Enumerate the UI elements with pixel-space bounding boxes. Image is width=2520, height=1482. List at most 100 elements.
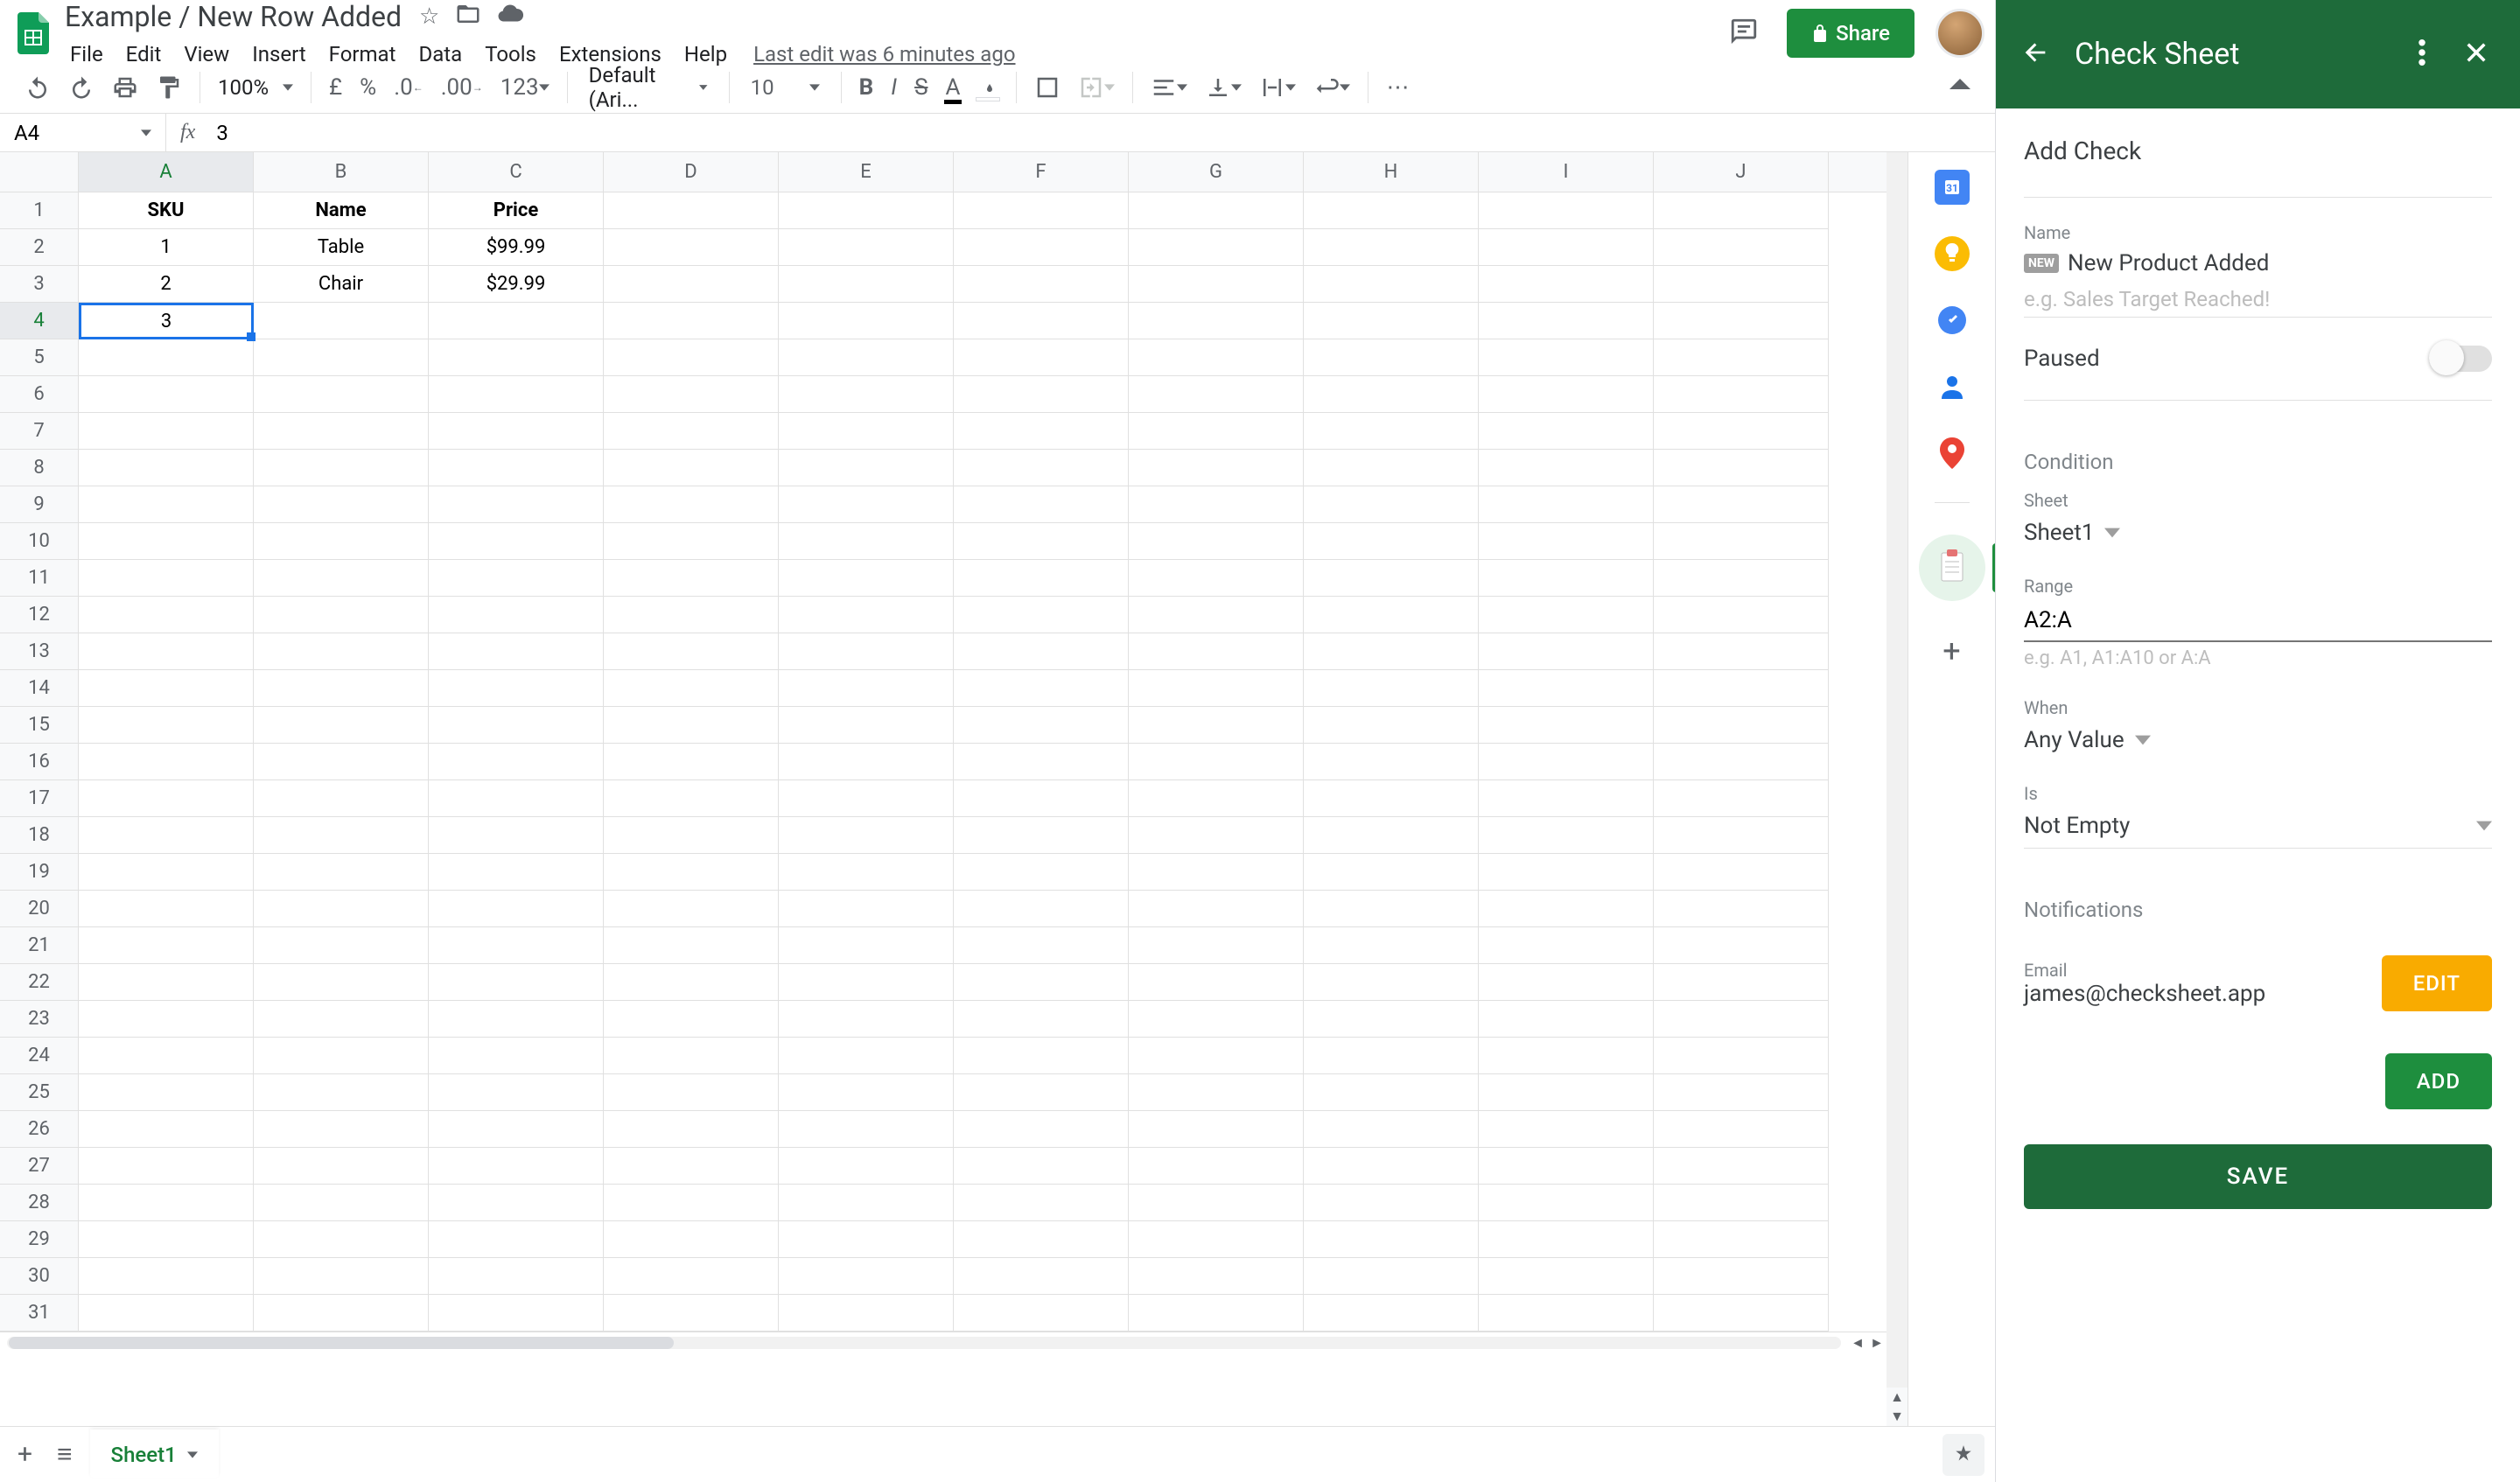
cell[interactable] xyxy=(604,1148,779,1185)
cell[interactable] xyxy=(254,854,429,891)
cell[interactable] xyxy=(604,1295,779,1332)
cell[interactable] xyxy=(1654,927,1829,964)
cell[interactable] xyxy=(79,964,254,1001)
strikethrough-icon[interactable]: S xyxy=(907,69,934,106)
cell[interactable] xyxy=(79,486,254,523)
column-header[interactable]: G xyxy=(1129,152,1304,192)
cell[interactable] xyxy=(954,376,1129,413)
select-all-corner[interactable] xyxy=(0,152,79,192)
name-box[interactable]: A4 xyxy=(0,114,166,151)
cell[interactable] xyxy=(1654,597,1829,633)
cell[interactable] xyxy=(779,1038,954,1074)
cell[interactable] xyxy=(779,1185,954,1221)
cell[interactable] xyxy=(779,266,954,303)
cell[interactable] xyxy=(429,670,604,707)
cell[interactable] xyxy=(1654,1074,1829,1111)
cell[interactable] xyxy=(1479,376,1654,413)
cell[interactable] xyxy=(779,707,954,744)
cell[interactable] xyxy=(954,670,1129,707)
cell[interactable] xyxy=(1304,1111,1479,1148)
cell[interactable] xyxy=(954,1001,1129,1038)
cell[interactable] xyxy=(254,1185,429,1221)
checksheet-addon-icon[interactable] xyxy=(1919,535,1985,601)
cell[interactable] xyxy=(604,339,779,376)
cell[interactable] xyxy=(954,1074,1129,1111)
cell[interactable] xyxy=(254,817,429,854)
cell[interactable] xyxy=(1479,707,1654,744)
increase-decimal-icon[interactable]: .00→ xyxy=(434,69,490,106)
cell[interactable] xyxy=(1304,303,1479,339)
cell[interactable]: Name xyxy=(254,192,429,229)
v-scrollbar[interactable]: ▲ ▼ xyxy=(1886,152,1908,1426)
cell[interactable] xyxy=(954,1295,1129,1332)
cell[interactable] xyxy=(1479,1258,1654,1295)
row-header[interactable]: 4 xyxy=(0,303,79,339)
cell[interactable] xyxy=(1479,1001,1654,1038)
cell[interactable] xyxy=(954,266,1129,303)
cell[interactable] xyxy=(1129,1295,1304,1332)
column-header[interactable]: E xyxy=(779,152,954,192)
cell[interactable] xyxy=(1654,266,1829,303)
cell[interactable] xyxy=(1129,1074,1304,1111)
cell[interactable] xyxy=(1304,560,1479,597)
cell[interactable] xyxy=(604,1185,779,1221)
cell[interactable] xyxy=(254,633,429,670)
row-header[interactable]: 8 xyxy=(0,450,79,486)
cell[interactable] xyxy=(429,486,604,523)
h-scroll-thumb[interactable] xyxy=(9,1337,674,1349)
cell[interactable] xyxy=(1129,523,1304,560)
cell[interactable] xyxy=(779,780,954,817)
cell[interactable] xyxy=(604,927,779,964)
column-header[interactable]: F xyxy=(954,152,1129,192)
cell[interactable] xyxy=(79,523,254,560)
column-header[interactable]: H xyxy=(1304,152,1479,192)
cell[interactable] xyxy=(79,854,254,891)
cell[interactable] xyxy=(429,597,604,633)
cell[interactable] xyxy=(779,1148,954,1185)
cell[interactable] xyxy=(779,1258,954,1295)
cell[interactable] xyxy=(1304,1148,1479,1185)
cell[interactable] xyxy=(604,486,779,523)
cell[interactable] xyxy=(604,523,779,560)
cell[interactable] xyxy=(1479,817,1654,854)
cell[interactable] xyxy=(604,1221,779,1258)
cell[interactable] xyxy=(1654,891,1829,927)
cell[interactable] xyxy=(79,1038,254,1074)
cell[interactable] xyxy=(1654,303,1829,339)
cell[interactable] xyxy=(429,1221,604,1258)
cell[interactable] xyxy=(1129,229,1304,266)
italic-icon[interactable]: I xyxy=(884,69,904,106)
sheet-tab-active[interactable]: Sheet1 xyxy=(90,1430,219,1478)
name-input[interactable] xyxy=(2024,282,2492,318)
cell[interactable] xyxy=(429,1111,604,1148)
text-color-icon[interactable]: A xyxy=(939,69,968,106)
maps-icon[interactable] xyxy=(1935,436,1970,471)
row-header[interactable]: 22 xyxy=(0,964,79,1001)
cell[interactable] xyxy=(779,597,954,633)
cell[interactable] xyxy=(779,376,954,413)
back-arrow-icon[interactable] xyxy=(2020,38,2050,71)
cell[interactable] xyxy=(604,817,779,854)
cell[interactable] xyxy=(254,339,429,376)
cell[interactable] xyxy=(954,633,1129,670)
paint-format-icon[interactable] xyxy=(149,69,189,106)
cell[interactable] xyxy=(954,229,1129,266)
cell[interactable] xyxy=(604,266,779,303)
cell[interactable] xyxy=(1129,744,1304,780)
cell[interactable]: 2 xyxy=(79,266,254,303)
get-addons-icon[interactable]: + xyxy=(1942,633,1960,669)
cell[interactable] xyxy=(254,707,429,744)
cell[interactable] xyxy=(779,927,954,964)
cell[interactable] xyxy=(954,854,1129,891)
row-header[interactable]: 5 xyxy=(0,339,79,376)
cell[interactable] xyxy=(1304,927,1479,964)
row-header[interactable]: 26 xyxy=(0,1111,79,1148)
cell[interactable] xyxy=(1304,707,1479,744)
h-align-icon[interactable] xyxy=(1144,69,1194,106)
cell[interactable] xyxy=(254,1295,429,1332)
cell[interactable] xyxy=(429,633,604,670)
close-icon[interactable] xyxy=(2457,33,2496,75)
cell[interactable] xyxy=(254,670,429,707)
cell[interactable] xyxy=(954,707,1129,744)
cell[interactable] xyxy=(429,1258,604,1295)
